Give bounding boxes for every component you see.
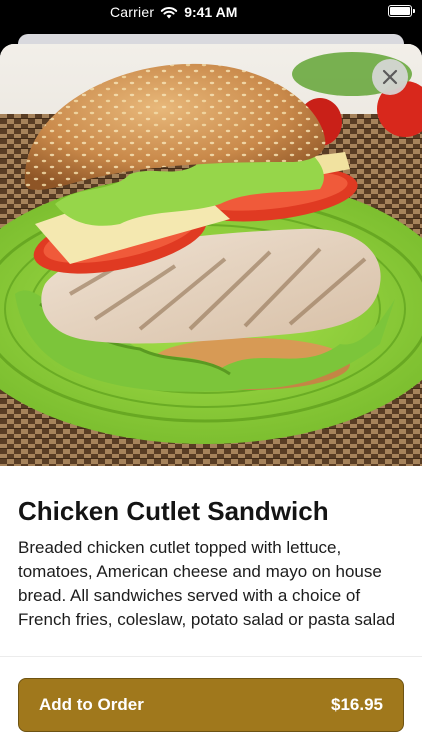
item-image (0, 44, 422, 466)
item-title: Chicken Cutlet Sandwich (18, 496, 329, 526)
sandwich-photo (0, 44, 422, 466)
status-bar: Carrier 9:41 AM (0, 0, 422, 26)
wifi-icon (160, 6, 178, 18)
battery-level (390, 7, 410, 15)
item-price: $16.95 (331, 695, 383, 714)
item-details: Chicken Cutlet Sandwich Breaded chicken … (18, 494, 408, 632)
close-icon (382, 69, 398, 85)
carrier-label: Carrier (110, 4, 155, 20)
item-detail-sheet: Chicken Cutlet Sandwich Breaded chicken … (0, 44, 422, 750)
footer-divider (0, 656, 422, 657)
add-to-order-label: Add to Order (39, 695, 144, 714)
add-to-order-button[interactable]: Add to Order $16.95 (18, 678, 404, 732)
battery-icon (388, 5, 415, 17)
status-left: Carrier 9:41 AM (110, 4, 237, 20)
item-description: Breaded chicken cutlet topped with lettu… (18, 538, 396, 629)
screen: Carrier 9:41 AM Chicken Cutlet Sandwich … (0, 0, 422, 750)
battery-nub (413, 9, 415, 13)
close-button[interactable] (372, 59, 408, 95)
clock-time: 9:41 AM (184, 4, 238, 20)
